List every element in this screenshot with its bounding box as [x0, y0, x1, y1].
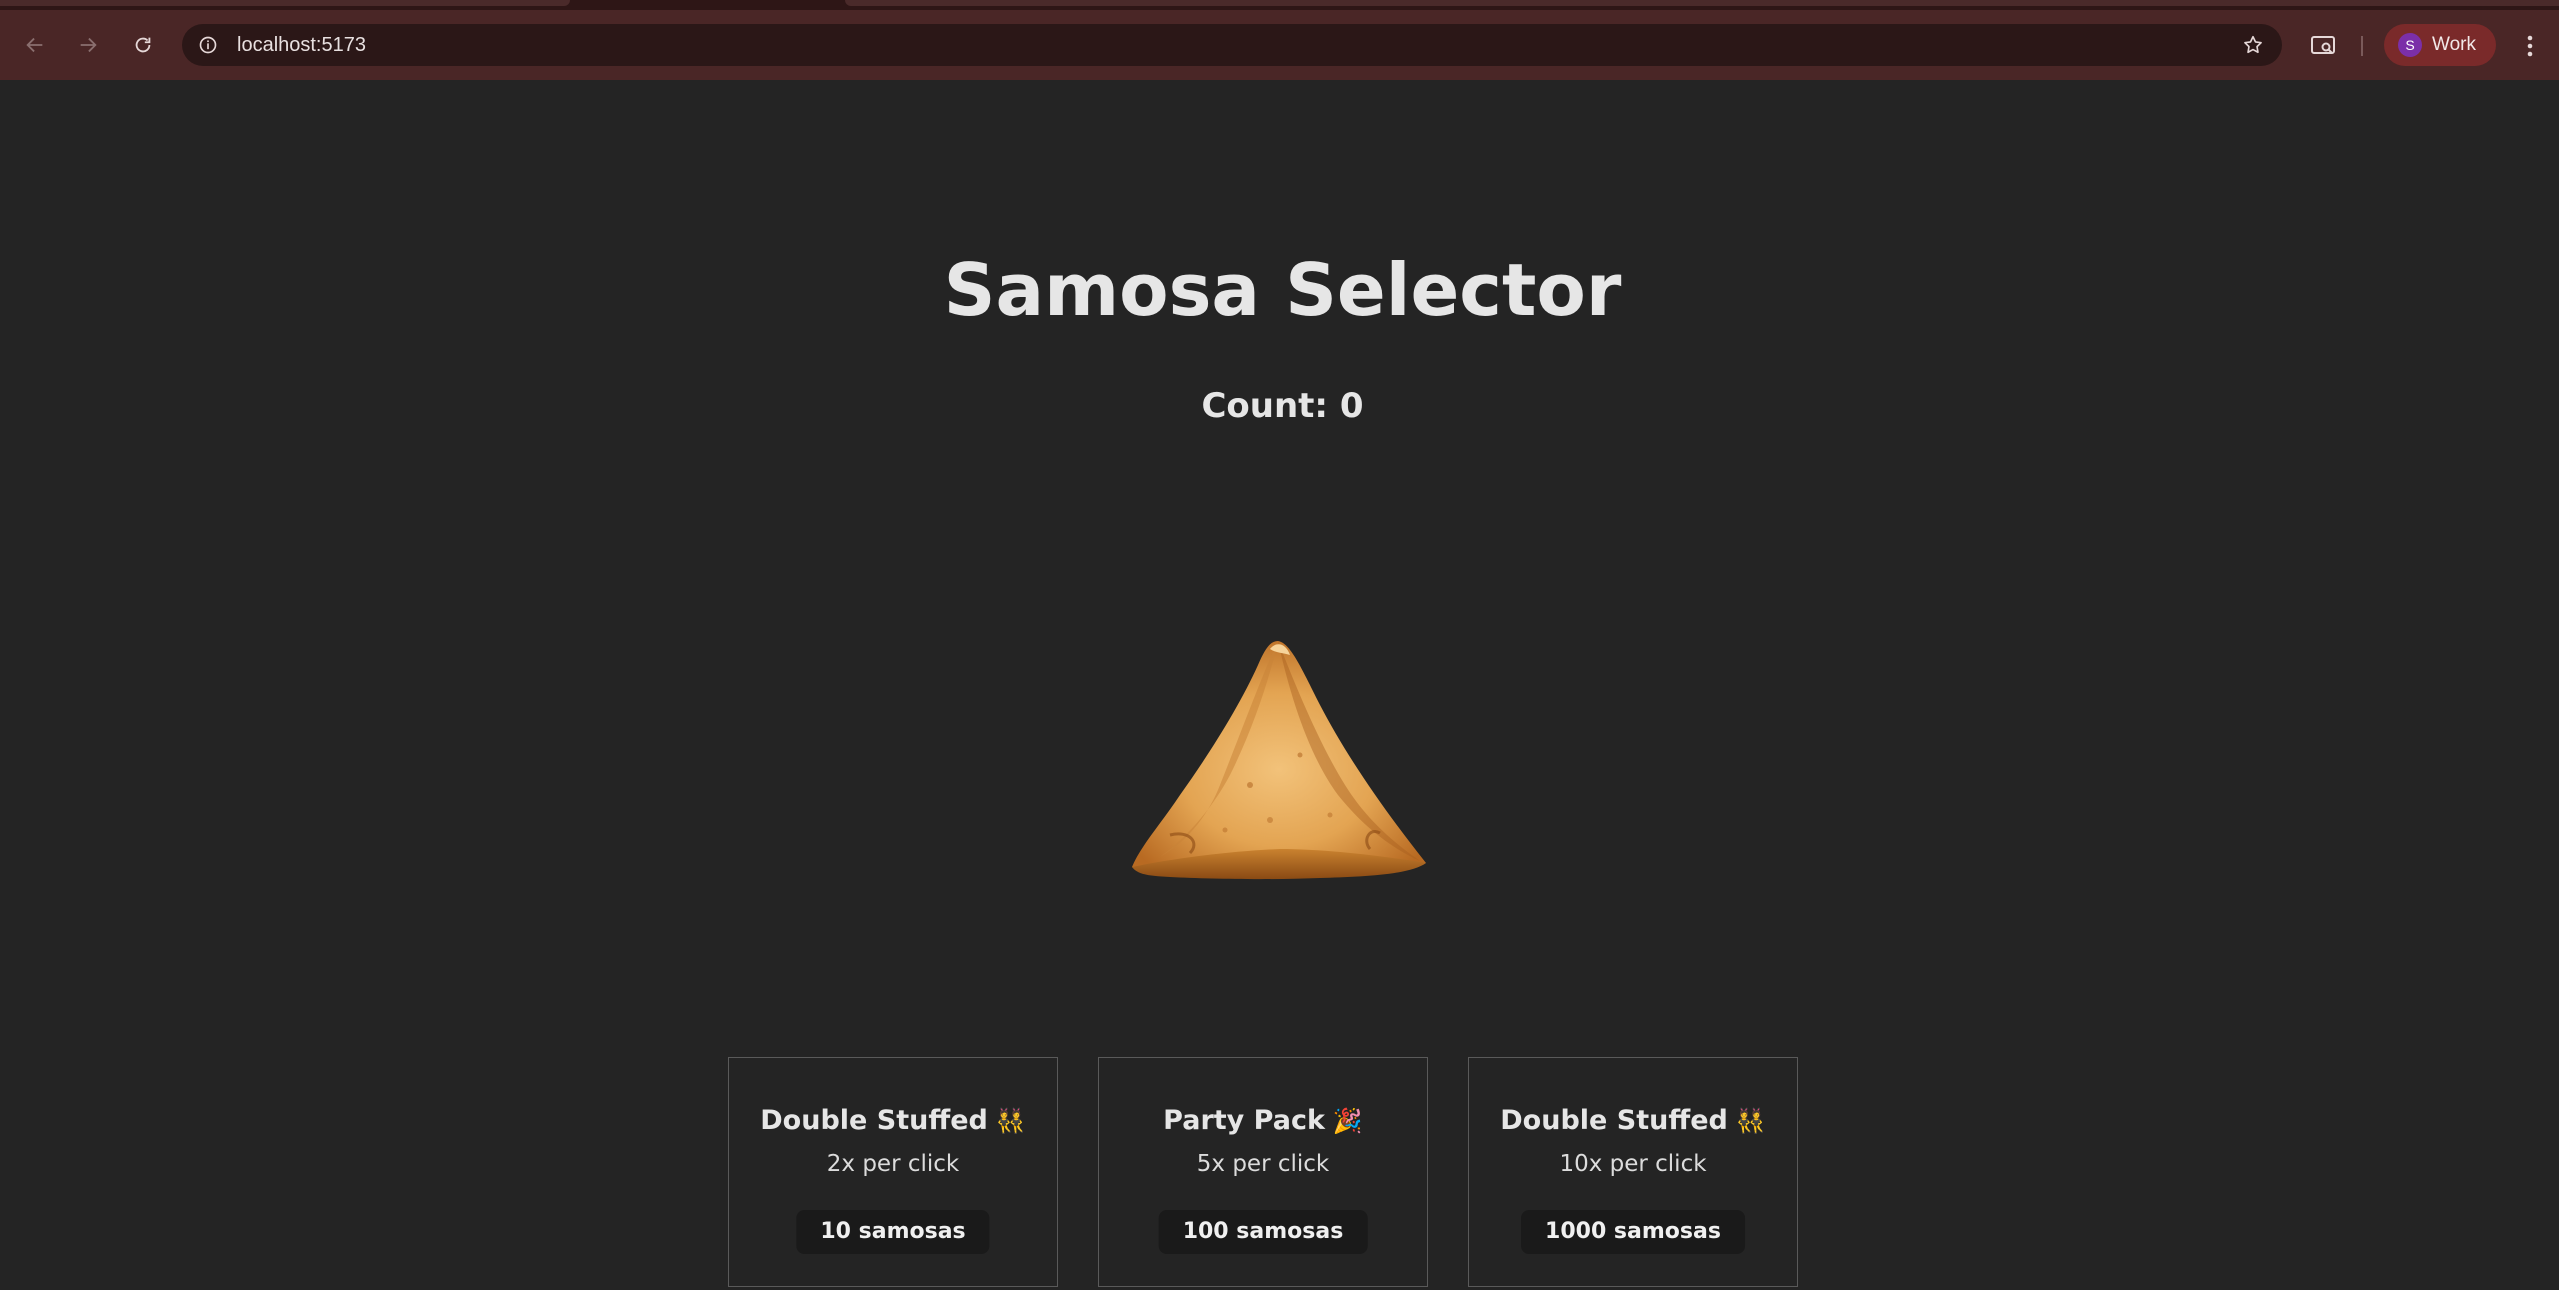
upgrade-name: Double Stuffed — [760, 1105, 988, 1136]
back-button[interactable] — [20, 30, 50, 60]
dancers-emoji-icon: 👯 — [995, 1107, 1026, 1135]
page-content: Samosa Selector Count: 0 Double Stuffed … — [0, 80, 2559, 1290]
avatar: S — [2398, 33, 2422, 57]
reading-mode-icon[interactable] — [2309, 31, 2337, 59]
party-popper-emoji-icon: 🎉 — [1332, 1107, 1363, 1135]
upgrade-title: Double Stuffed 👯 — [1469, 1105, 1797, 1136]
tab-strip-right — [845, 0, 2559, 6]
address-bar[interactable]: localhost:5173 — [182, 24, 2282, 66]
reload-button[interactable] — [128, 30, 158, 60]
back-arrow-icon — [26, 37, 43, 53]
upgrade-card: Party Pack 🎉 5x per click 100 samosas — [1098, 1057, 1428, 1287]
upgrade-description: 10x per click — [1559, 1151, 1707, 1177]
buy-upgrade-button[interactable]: 10 samosas — [796, 1210, 990, 1254]
bookmark-star-icon[interactable] — [2242, 34, 2264, 56]
tab-strip-left — [0, 0, 570, 6]
page-title: Samosa Selector — [943, 248, 1622, 332]
upgrade-description: 2x per click — [826, 1151, 960, 1177]
upgrade-name: Double Stuffed — [1500, 1105, 1728, 1136]
upgrade-description: 5x per click — [1196, 1151, 1330, 1177]
toolbar-divider — [2361, 36, 2363, 56]
profile-label: Work — [2432, 34, 2476, 55]
browser-toolbar: localhost:5173 S Work — [0, 10, 2559, 80]
buy-upgrade-button[interactable]: 100 samosas — [1158, 1210, 1368, 1254]
count-display: Count: 0 — [1201, 386, 1364, 426]
upgrade-card: Double Stuffed 👯 2x per click 10 samosas — [728, 1057, 1058, 1287]
upgrade-title: Party Pack 🎉 — [1099, 1105, 1427, 1136]
samosa-image[interactable] — [1130, 635, 1430, 880]
forward-button[interactable] — [73, 30, 103, 60]
site-info-icon[interactable] — [198, 35, 218, 55]
buy-upgrade-button[interactable]: 1000 samosas — [1521, 1210, 1745, 1254]
url-text[interactable]: localhost:5173 — [237, 34, 366, 56]
browser-chrome: localhost:5173 S Work — [0, 0, 2559, 80]
upgrades-container: Double Stuffed 👯 2x per click 10 samosas … — [728, 1057, 1800, 1289]
upgrade-name: Party Pack — [1163, 1105, 1325, 1136]
tab-strip — [0, 0, 2559, 10]
dancers-emoji-icon: 👯 — [1735, 1107, 1766, 1135]
forward-arrow-icon — [80, 37, 97, 53]
upgrade-card: Double Stuffed 👯 10x per click 1000 samos… — [1468, 1057, 1798, 1287]
kebab-menu-icon[interactable] — [2518, 32, 2542, 60]
upgrade-title: Double Stuffed 👯 — [729, 1105, 1057, 1136]
profile-button[interactable]: S Work — [2384, 24, 2496, 66]
reload-icon — [135, 37, 151, 53]
